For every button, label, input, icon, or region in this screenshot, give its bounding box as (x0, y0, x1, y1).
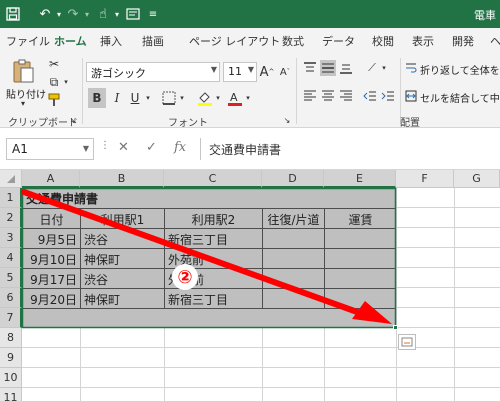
name-box[interactable]: A1 ▼ (6, 138, 94, 160)
borders-icon[interactable] (160, 88, 178, 108)
cut-icon[interactable]: ✂ (46, 56, 62, 72)
wrap-text-icon[interactable] (404, 60, 418, 76)
underline-button[interactable]: U (126, 88, 144, 108)
font-group-label: フォント (168, 118, 208, 129)
shrink-font-label: A (279, 66, 287, 78)
tab-draw[interactable]: 描画 (142, 33, 164, 49)
merge-center-icon[interactable] (404, 88, 418, 104)
tab-data[interactable]: データ (322, 33, 355, 49)
tab-view[interactable]: 表示 (412, 33, 434, 49)
copy-icon[interactable]: ⧉ (46, 74, 62, 90)
tab-page-layout[interactable]: ページ レイアウト (189, 33, 280, 49)
chevron-down-icon: ▼ (210, 65, 217, 74)
font-size-box[interactable]: 11 ▼ (223, 62, 257, 82)
tab-insert[interactable]: 挿入 (100, 33, 122, 49)
wrap-text-button[interactable]: 折り返して全体を表 (420, 62, 500, 77)
clipboard-launcher-icon[interactable]: ↘ (68, 114, 78, 126)
ribbon-tabs: ファイル ホーム 挿入 描画 ページ レイアウト 数式 データ 校閲 表示 開発… (0, 28, 500, 54)
merge-center-button[interactable]: セルを結合して中央 (420, 90, 500, 105)
title-bar: ↶ ▾ ↷ ▾ ☝ ▾ ≡ 電車 (0, 0, 500, 28)
group-divider (82, 58, 83, 124)
enter-icon[interactable]: ✓ (146, 140, 157, 155)
align-right-icon[interactable] (338, 88, 354, 104)
fill-dropdown-icon[interactable]: ▾ (214, 88, 222, 108)
alignment-group-label: 配置 (400, 118, 420, 129)
increase-indent-icon[interactable] (380, 88, 396, 104)
annotation-arrow (21, 189, 392, 324)
align-center-icon[interactable] (320, 88, 336, 104)
tab-help[interactable]: ヘ (490, 33, 500, 49)
italic-button[interactable]: I (108, 88, 126, 108)
more-icon: ⋮ (100, 140, 110, 151)
align-middle-icon[interactable] (320, 60, 336, 76)
worksheet-grid[interactable]: A B C D E F G 1 2 3 4 5 6 7 8 9 10 11 交通… (0, 170, 500, 401)
paste-dropdown-icon[interactable]: ▾ (10, 98, 36, 108)
font-name-value: 游ゴシック (91, 67, 146, 80)
formula-bar: A1 ▼ ⋮ ✕ ✓ fx 交通費申請書 (0, 128, 500, 170)
group-divider (296, 58, 297, 124)
align-top-icon[interactable] (302, 60, 318, 76)
save-icon[interactable] (4, 5, 22, 23)
cancel-icon[interactable]: ✕ (118, 140, 129, 155)
underline-dropdown-icon[interactable]: ▾ (144, 88, 152, 108)
chevron-down-icon: ▼ (247, 65, 254, 74)
format-painter-icon[interactable] (46, 92, 62, 108)
font-color-icon[interactable]: A (226, 88, 244, 108)
ribbon: 貼り付け ▾ ✂ ⧉ ▾ クリップボード ↘ 游ゴシック ▼ 11 ▼ A ^ A… (0, 52, 500, 129)
name-box-value: A1 (12, 142, 28, 156)
bold-button[interactable]: B (88, 88, 106, 108)
customize-qa-icon[interactable]: ≡ (144, 5, 162, 23)
decrease-indent-icon[interactable] (362, 88, 378, 104)
grow-font-label: A (259, 64, 269, 80)
copy-dropdown-icon[interactable]: ▾ (62, 74, 70, 90)
step-number-badge: ② (172, 264, 198, 290)
tab-review[interactable]: 校閲 (372, 33, 394, 49)
font-color-dropdown-icon[interactable]: ▾ (244, 88, 252, 108)
font-launcher-icon[interactable]: ↘ (282, 114, 292, 126)
formula-input[interactable]: 交通費申請書 (200, 138, 500, 160)
orientation-icon[interactable]: ⟋ (364, 60, 380, 76)
font-name-box[interactable]: 游ゴシック ▼ (86, 62, 220, 82)
chevron-down-icon: ▼ (82, 144, 89, 153)
align-left-icon[interactable] (302, 88, 318, 104)
orientation-dropdown-icon[interactable]: ▾ (380, 60, 388, 76)
svg-text:A: A (230, 91, 238, 104)
grow-font-button[interactable]: A ^ (259, 62, 275, 82)
paste-icon[interactable] (10, 58, 36, 84)
borders-dropdown-icon[interactable]: ▾ (178, 88, 186, 108)
tab-file[interactable]: ファイル (6, 33, 50, 49)
window-title: 電車 (474, 9, 496, 22)
align-bottom-icon[interactable] (338, 60, 354, 76)
font-size-value: 11 (228, 65, 242, 78)
fill-color-icon[interactable] (196, 88, 214, 108)
form-icon[interactable] (124, 5, 142, 23)
tab-home[interactable]: ホーム (54, 33, 87, 54)
shrink-font-button[interactable]: Aˇ (278, 62, 292, 82)
insert-function-icon[interactable]: fx (174, 140, 186, 155)
tab-formulas[interactable]: 数式 (282, 33, 304, 49)
tab-developer[interactable]: 開発 (452, 33, 474, 49)
